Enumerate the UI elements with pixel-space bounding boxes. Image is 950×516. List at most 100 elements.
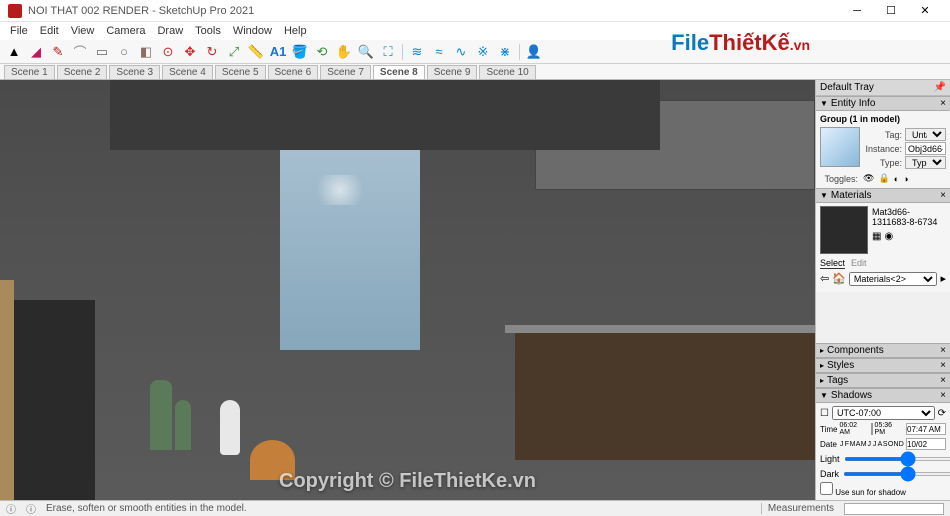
material-lib-select[interactable]: Materials<2>: [849, 272, 938, 286]
pan-tool[interactable]: ✋: [334, 42, 354, 62]
scene-tab-2[interactable]: Scene 2: [57, 65, 108, 79]
scene-tab-4[interactable]: Scene 4: [162, 65, 213, 79]
sun-checkbox[interactable]: [820, 482, 833, 495]
tape-tool[interactable]: 📏: [246, 42, 266, 62]
light-slider[interactable]: [844, 457, 950, 461]
shadow-toggle-icon[interactable]: ☐: [820, 408, 829, 419]
scene-tab-5[interactable]: Scene 5: [215, 65, 266, 79]
measurements-input[interactable]: [844, 503, 944, 515]
pushpull-tool[interactable]: ◧: [136, 42, 156, 62]
tray-pin-icon[interactable]: 📌: [934, 82, 946, 93]
select-tool[interactable]: ▲: [4, 42, 24, 62]
status-icon-2[interactable]: ⓘ: [26, 501, 36, 516]
scene-tab-6[interactable]: Scene 6: [268, 65, 319, 79]
paint-tool[interactable]: 🪣: [290, 42, 310, 62]
scale-tool[interactable]: ⤢: [224, 42, 244, 62]
menu-camera[interactable]: Camera: [100, 23, 151, 39]
scene-tab-9[interactable]: Scene 9: [427, 65, 478, 79]
vray-tool-1[interactable]: ≋: [407, 42, 427, 62]
maximize-button[interactable]: ☐: [874, 0, 908, 22]
minimize-button[interactable]: ─: [840, 0, 874, 22]
panel-close-icon[interactable]: ×: [940, 190, 946, 201]
vray-tool-4[interactable]: ※: [473, 42, 493, 62]
scene-tab-7[interactable]: Scene 7: [320, 65, 371, 79]
vray-tool-2[interactable]: ≈: [429, 42, 449, 62]
toggle-shadow2-icon[interactable]: ◑: [903, 174, 908, 184]
material-thumbnail[interactable]: [820, 206, 868, 254]
date-input[interactable]: [906, 438, 946, 450]
scene-render: [0, 80, 815, 500]
panel-tags[interactable]: ▸Tags×: [816, 373, 950, 388]
scene-tab-3[interactable]: Scene 3: [109, 65, 160, 79]
circle-tool[interactable]: ○: [114, 42, 134, 62]
app-icon: [8, 4, 22, 18]
entity-group-label: Group (1 in model): [820, 114, 946, 124]
rotate-tool[interactable]: ↻: [202, 42, 222, 62]
material-default-icon[interactable]: ◉: [884, 231, 893, 242]
menu-file[interactable]: File: [4, 23, 34, 39]
tray-header[interactable]: Default Tray 📌: [816, 80, 950, 96]
menu-window[interactable]: Window: [227, 23, 278, 39]
panel-entity-info[interactable]: ▼ Entity Info ×: [816, 96, 950, 111]
panel-styles[interactable]: ▸Styles×: [816, 358, 950, 373]
panel-shadows[interactable]: ▼Shadows×: [816, 388, 950, 403]
watermark-text: Copyright © FileThietKe.vn: [279, 470, 536, 493]
entity-thumbnail[interactable]: [820, 127, 860, 167]
vray-tool-5[interactable]: ⋇: [495, 42, 515, 62]
instance-input[interactable]: [905, 142, 946, 155]
status-icon-1[interactable]: ⓘ: [6, 501, 16, 516]
window-controls: ─ ☐ ✕: [840, 0, 942, 22]
panel-close-icon[interactable]: ×: [940, 98, 946, 109]
toggle-shadow-icon[interactable]: ◐: [894, 174, 899, 184]
toggle-lock-icon[interactable]: 🔒: [878, 173, 889, 184]
menu-draw[interactable]: Draw: [151, 23, 189, 39]
rectangle-tool[interactable]: ▭: [92, 42, 112, 62]
zoom-tool[interactable]: 🔍: [356, 42, 376, 62]
entity-info-body: Group (1 in model) Tag: Untagged Instanc…: [816, 111, 950, 188]
window-title: NOI THAT 002 RENDER - SketchUp Pro 2021: [28, 5, 840, 17]
vray-tool-3[interactable]: ∿: [451, 42, 471, 62]
scene-tab-10[interactable]: Scene 10: [479, 65, 535, 79]
materials-edit-tab[interactable]: Edit: [851, 258, 867, 269]
close-button[interactable]: ✕: [908, 0, 942, 22]
arc-tool[interactable]: ⌒: [70, 42, 90, 62]
move-tool[interactable]: ✥: [180, 42, 200, 62]
eraser-tool[interactable]: ◢: [26, 42, 46, 62]
type-select[interactable]: Type: <undefined>: [905, 156, 946, 169]
time-slider[interactable]: [871, 423, 873, 435]
material-menu-icon[interactable]: ▸: [940, 272, 946, 286]
date-slider[interactable]: JFMAMJJASOND: [839, 441, 904, 448]
menu-view[interactable]: View: [65, 23, 101, 39]
menu-tools[interactable]: Tools: [189, 23, 227, 39]
materials-select-tab[interactable]: Select: [820, 258, 845, 269]
titlebar: NOI THAT 002 RENDER - SketchUp Pro 2021 …: [0, 0, 950, 22]
orbit-tool[interactable]: ⟲: [312, 42, 332, 62]
3d-viewport[interactable]: Copyright © FileThietKe.vn: [0, 80, 815, 500]
material-create-icon[interactable]: ▦: [872, 231, 881, 242]
materials-body: Mat3d66-1311683-8-6734 ▦ ◉ Select Edit ⇦…: [816, 203, 950, 292]
scene-tab-1[interactable]: Scene 1: [4, 65, 55, 79]
timezone-select[interactable]: UTC-07:00: [832, 406, 935, 420]
toggle-visible-icon[interactable]: 👁: [863, 173, 874, 184]
panel-components[interactable]: ▸Components×: [816, 343, 950, 358]
menu-help[interactable]: Help: [278, 23, 313, 39]
shadow-refresh-icon[interactable]: ⟳: [938, 408, 946, 419]
person-tool[interactable]: 👤: [524, 42, 544, 62]
measurements-label: Measurements: [761, 503, 834, 514]
menu-edit[interactable]: Edit: [34, 23, 65, 39]
material-home-icon[interactable]: 🏠: [832, 272, 846, 286]
text-tool[interactable]: A1: [268, 42, 288, 62]
dark-slider[interactable]: [843, 472, 950, 476]
tag-select[interactable]: Untagged: [905, 128, 946, 141]
status-hint: Erase, soften or smooth entities in the …: [46, 503, 751, 514]
line-tool[interactable]: ✎: [48, 42, 68, 62]
scene-tabs: Scene 1 Scene 2 Scene 3 Scene 4 Scene 5 …: [0, 64, 950, 80]
offset-tool[interactable]: ⊙: [158, 42, 178, 62]
zoom-extents-tool[interactable]: ⛶: [378, 42, 398, 62]
statusbar: ⓘ ⓘ Erase, soften or smooth entities in …: [0, 500, 950, 516]
scene-tab-8[interactable]: Scene 8: [373, 65, 425, 79]
time-input[interactable]: [906, 423, 946, 435]
panel-materials[interactable]: ▼ Materials ×: [816, 188, 950, 203]
material-back-icon[interactable]: ⇦: [820, 272, 829, 286]
collapse-icon: ▼: [820, 191, 828, 200]
